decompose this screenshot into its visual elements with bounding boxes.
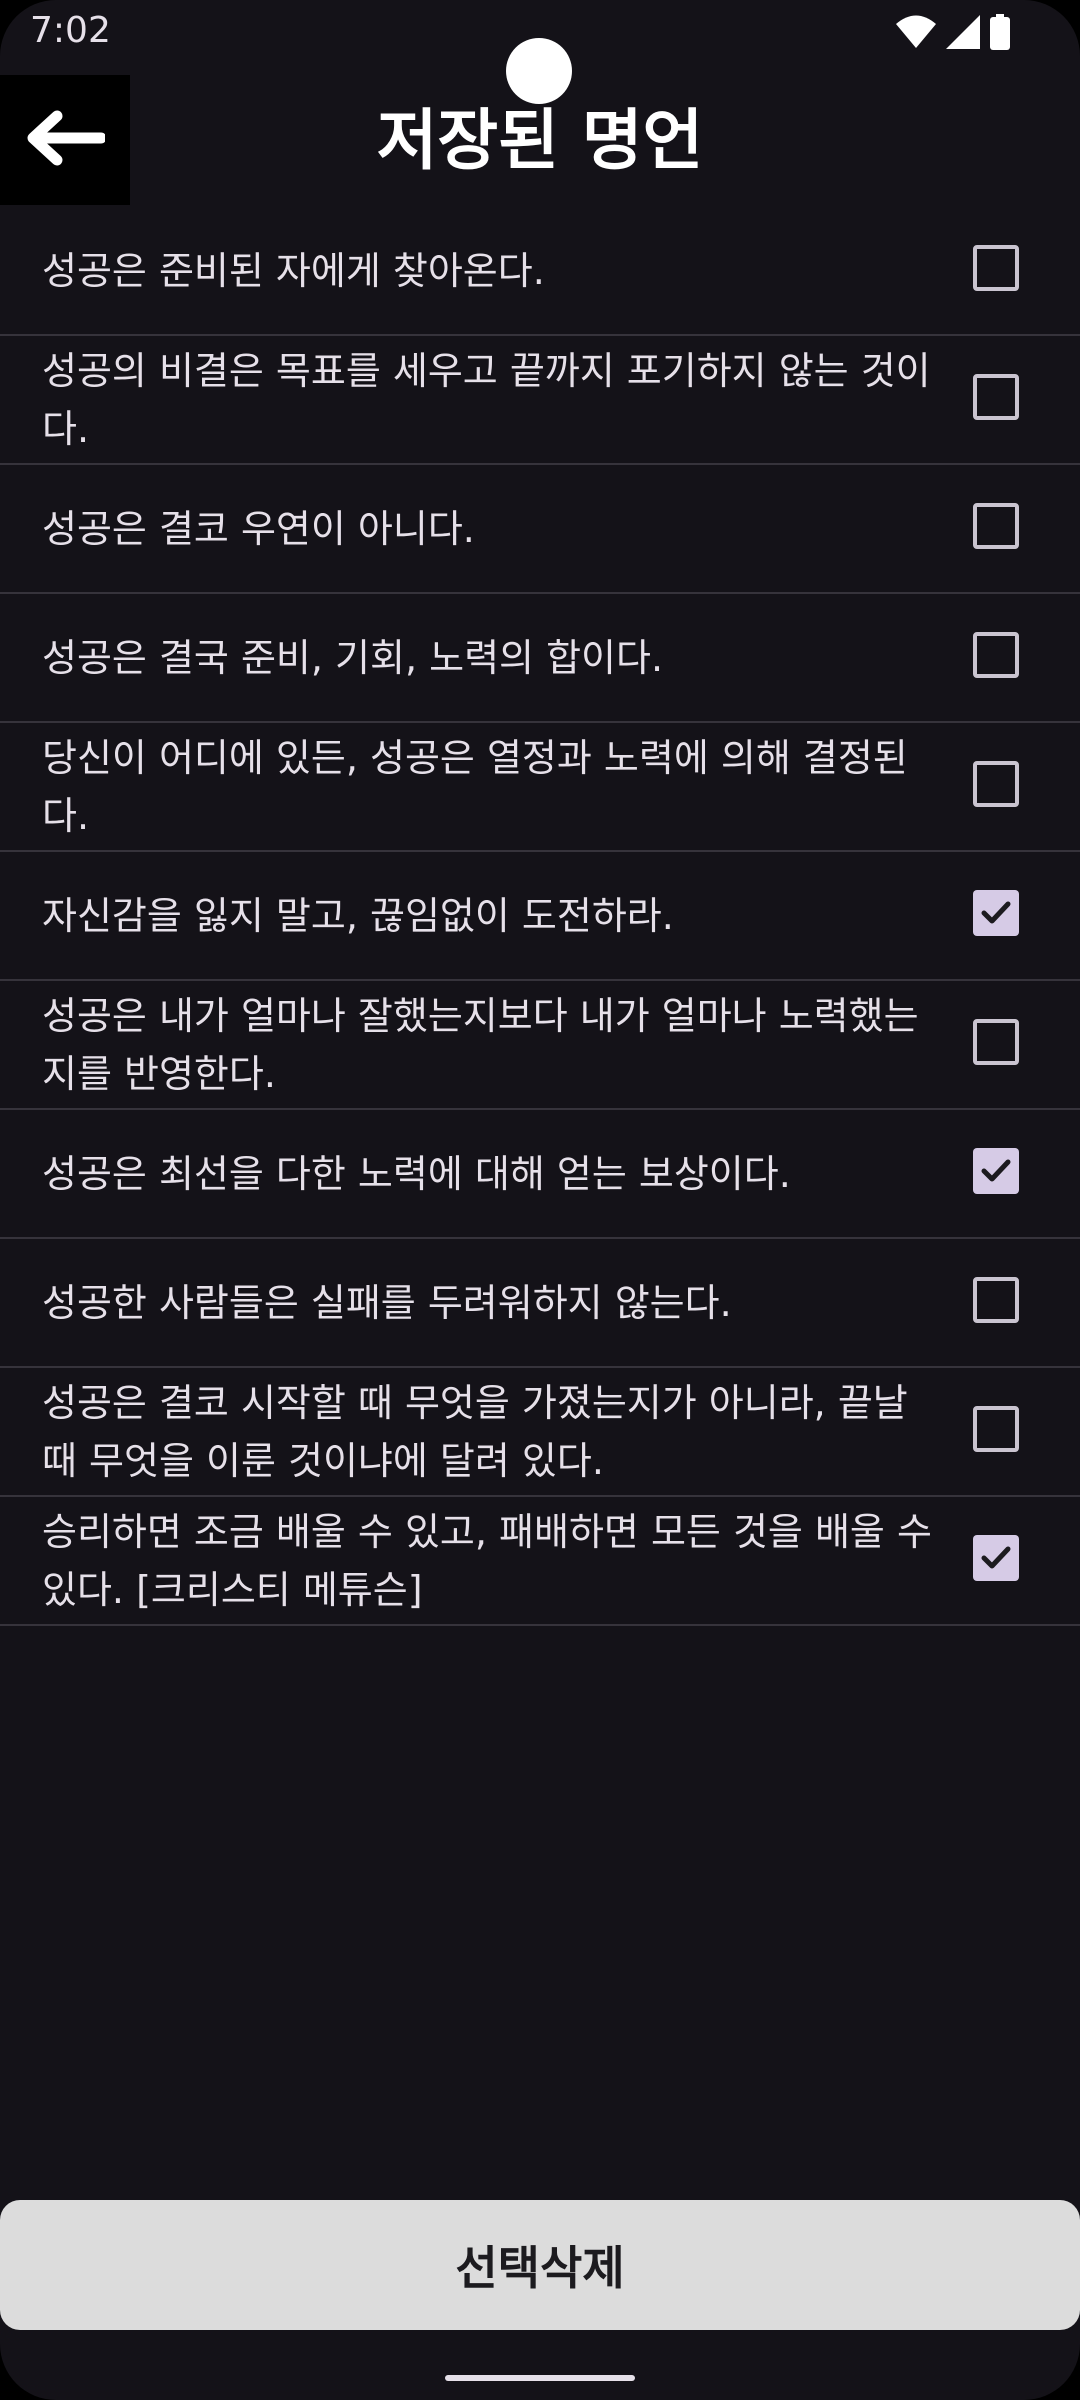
checkbox[interactable] [973,632,1019,678]
check-icon [981,1546,1011,1569]
quote-text: 자신감을 잃지 말고, 끊임없이 도전하라. [42,893,674,938]
status-time: 7:02 [30,10,111,51]
page-title: 저장된 명언 [376,101,704,179]
quote-text: 당신이 어디에 있든, 성공은 열정과 노력에 의해 결정된다. [42,735,908,838]
quote-row[interactable]: 성공은 최선을 다한 노력에 대해 얻는 보상이다. [0,1110,1080,1239]
check-icon [981,1159,1011,1182]
checkbox[interactable] [973,1406,1019,1452]
quote-row[interactable]: 성공의 비결은 목표를 세우고 끝까지 포기하지 않는 것이다. [0,336,1080,465]
checkbox[interactable] [973,1019,1019,1065]
checkbox[interactable] [973,1277,1019,1323]
quote-text: 성공은 내가 얼마나 잘했는지보다 내가 얼마나 노력했는지를 반영한다. [42,993,919,1096]
quote-text: 성공은 결코 시작할 때 무엇을 가졌는지가 아니라, 끝날 때 무엇을 이룬 … [42,1380,908,1483]
screen: 7:02 저장된 명언 성공은 준비된 자에게 찾아온다. 성공의 비결은 목표를… [0,0,1080,2400]
quote-list: 성공은 준비된 자에게 찾아온다. 성공의 비결은 목표를 세우고 끝까지 포기하… [0,207,1080,1626]
checkbox[interactable] [973,374,1019,420]
delete-selected-button[interactable]: 선택삭제 [0,2200,1080,2330]
quote-row[interactable]: 승리하면 조금 배울 수 있고, 패배하면 모든 것을 배울 수 있다. [크리… [0,1497,1080,1626]
quote-text: 성공은 최선을 다한 노력에 대해 얻는 보상이다. [42,1151,791,1196]
quote-row[interactable]: 성공은 준비된 자에게 찾아온다. [0,207,1080,336]
checkbox-checked[interactable] [973,1148,1019,1194]
quote-text: 성공한 사람들은 실패를 두려워하지 않는다. [42,1280,732,1325]
quote-row[interactable]: 성공한 사람들은 실패를 두려워하지 않는다. [0,1239,1080,1368]
quote-row[interactable]: 성공은 내가 얼마나 잘했는지보다 내가 얼마나 노력했는지를 반영한다. [0,981,1080,1110]
quote-row[interactable]: 당신이 어디에 있든, 성공은 열정과 노력에 의해 결정된다. [0,723,1080,852]
signal-icon [946,15,980,49]
wifi-icon [896,15,936,49]
checkbox-checked[interactable] [973,890,1019,936]
check-icon [981,901,1011,924]
home-indicator[interactable] [445,2375,635,2381]
quote-text: 성공은 결코 우연이 아니다. [42,506,475,551]
quote-row[interactable]: 자신감을 잃지 말고, 끊임없이 도전하라. [0,852,1080,981]
quote-text: 승리하면 조금 배울 수 있고, 패배하면 모든 것을 배울 수 있다. [크리… [42,1509,932,1612]
quote-row[interactable]: 성공은 결국 준비, 기회, 노력의 합이다. [0,594,1080,723]
checkbox[interactable] [973,503,1019,549]
quote-text: 성공은 준비된 자에게 찾아온다. [42,248,545,293]
quote-text: 성공은 결국 준비, 기회, 노력의 합이다. [42,635,664,680]
checkbox-checked[interactable] [973,1535,1019,1581]
status-icons [896,12,1010,52]
battery-icon [990,14,1010,50]
quote-row[interactable]: 성공은 결코 시작할 때 무엇을 가졌는지가 아니라, 끝날 때 무엇을 이룬 … [0,1368,1080,1497]
quote-text: 성공의 비결은 목표를 세우고 끝까지 포기하지 않는 것이다. [42,348,931,451]
checkbox[interactable] [973,761,1019,807]
quote-row[interactable]: 성공은 결코 우연이 아니다. [0,465,1080,594]
checkbox[interactable] [973,245,1019,291]
